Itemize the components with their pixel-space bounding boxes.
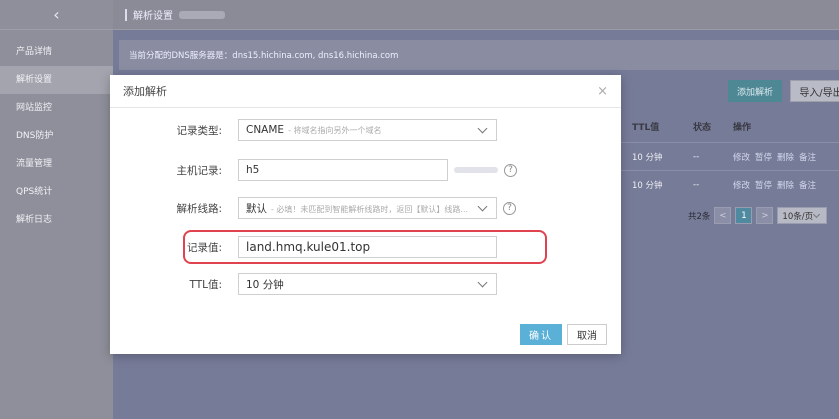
resolution-line-selected: 默认 - 必填！未匹配到智能解析线路时，返回【默认】线路... bbox=[246, 201, 468, 216]
resolution-line-hint: - 必填！未匹配到智能解析线路时，返回【默认】线路... bbox=[271, 204, 469, 214]
page-header: 解析设置 bbox=[113, 0, 839, 30]
row-ops: 修改 暂停 删除 备注 bbox=[733, 151, 839, 163]
table-row: 10 分钟 -- 修改 暂停 删除 备注 bbox=[621, 142, 839, 170]
table-header: TTL值 状态 操作 bbox=[621, 112, 839, 140]
ttl-row: TTL值: 10 分钟 bbox=[110, 272, 621, 296]
ttl-select[interactable]: 10 分钟 bbox=[238, 273, 497, 295]
pause-link[interactable]: 暂停 bbox=[755, 151, 772, 163]
cancel-button[interactable]: 取消 bbox=[567, 324, 607, 345]
sidebar-item-product-details[interactable]: 产品详情 bbox=[0, 38, 113, 66]
row-ops: 修改 暂停 删除 备注 bbox=[733, 179, 839, 191]
help-icon[interactable]: ? bbox=[504, 163, 517, 177]
add-record-dialog: 添加解析 × 记录类型: CNAME - 将域名指向另外一个域名 主机记录: h5… bbox=[110, 75, 621, 354]
record-type-value: CNAME bbox=[246, 124, 285, 136]
page-title: 解析设置 bbox=[133, 11, 173, 22]
resolution-line-select[interactable]: 默认 - 必填！未匹配到智能解析线路时，返回【默认】线路... bbox=[238, 197, 497, 219]
sidebar: ‹ 产品详情 解析设置 网站监控 DNS防护 流量管理 QPS统计 解析日志 bbox=[0, 0, 113, 419]
pagination-total: 共2条 bbox=[688, 211, 711, 222]
host-record-input[interactable]: h5 bbox=[238, 159, 448, 181]
sidebar-list: 产品详情 解析设置 网站监控 DNS防护 流量管理 QPS统计 解析日志 bbox=[0, 38, 113, 234]
host-record-label: 主机记录: bbox=[176, 164, 222, 177]
pagination: 共2条 < 1 > 10条/页 bbox=[688, 207, 828, 224]
note-link[interactable]: 备注 bbox=[799, 179, 816, 191]
ttl-value: 10 分钟 bbox=[246, 278, 284, 291]
dns-server-notice: 当前分配的DNS服务器是：dns15.hichina.com, dns16.hi… bbox=[119, 40, 839, 70]
row-status: -- bbox=[693, 179, 700, 190]
page-size-value: 10条/页 bbox=[782, 211, 814, 222]
blurred-domain bbox=[179, 10, 225, 19]
dialog-header: 添加解析 × bbox=[110, 75, 621, 108]
resolution-line-row: 解析线路: 默认 - 必填！未匹配到智能解析线路时，返回【默认】线路... ? bbox=[110, 196, 621, 220]
sidebar-item-dns-protection[interactable]: DNS防护 bbox=[0, 122, 113, 150]
back-button[interactable]: ‹ bbox=[0, 0, 113, 30]
chevron-down-icon bbox=[477, 277, 488, 287]
delete-link[interactable]: 删除 bbox=[777, 151, 794, 163]
record-type-select[interactable]: CNAME - 将域名指向另外一个域名 bbox=[238, 119, 497, 141]
sidebar-item-traffic-management[interactable]: 流量管理 bbox=[0, 150, 113, 178]
column-status: 状态 bbox=[693, 122, 712, 133]
row-ttl: 10 分钟 bbox=[632, 180, 663, 191]
table-row: 10 分钟 -- 修改 暂停 删除 备注 bbox=[621, 170, 839, 198]
sidebar-item-qps-stats[interactable]: QPS统计 bbox=[0, 178, 113, 206]
current-page[interactable]: 1 bbox=[735, 207, 753, 224]
confirm-button[interactable]: 确认 bbox=[520, 324, 562, 345]
chevron-down-icon bbox=[477, 123, 488, 133]
prev-page-button[interactable]: < bbox=[714, 207, 732, 224]
edit-link[interactable]: 修改 bbox=[733, 151, 750, 163]
help-icon[interactable]: ? bbox=[503, 201, 516, 215]
sidebar-item-dns-settings[interactable]: 解析设置 bbox=[0, 66, 113, 94]
close-icon[interactable]: × bbox=[597, 84, 608, 99]
host-record-value: h5 bbox=[246, 164, 260, 176]
sidebar-item-dns-logs[interactable]: 解析日志 bbox=[0, 206, 113, 234]
edit-link[interactable]: 修改 bbox=[733, 179, 750, 191]
page-size-select[interactable]: 10条/页 bbox=[777, 207, 828, 224]
resolution-line-value: 默认 bbox=[246, 202, 267, 215]
record-type-selected: CNAME - 将域名指向另外一个域名 bbox=[246, 124, 382, 136]
title-accent-bar bbox=[125, 8, 127, 21]
pause-link[interactable]: 暂停 bbox=[755, 179, 772, 191]
note-link[interactable]: 备注 bbox=[799, 151, 816, 163]
chevron-down-icon bbox=[477, 201, 488, 211]
add-record-button[interactable]: 添加解析 bbox=[728, 80, 782, 102]
record-type-label: 记录类型: bbox=[176, 124, 222, 137]
import-export-button[interactable]: 导入/导出 bbox=[790, 80, 839, 102]
record-type-hint: - 将域名指向另外一个域名 bbox=[288, 126, 382, 135]
next-page-button[interactable]: > bbox=[756, 207, 774, 224]
dialog-title: 添加解析 bbox=[123, 85, 167, 98]
ttl-label: TTL值: bbox=[189, 278, 222, 291]
record-value-highlight bbox=[183, 230, 547, 264]
record-type-row: 记录类型: CNAME - 将域名指向另外一个域名 bbox=[110, 118, 621, 142]
row-status: -- bbox=[693, 151, 700, 162]
chevron-down-icon bbox=[813, 210, 821, 218]
chevron-left-icon: ‹ bbox=[53, 5, 60, 24]
sidebar-item-site-monitoring[interactable]: 网站监控 bbox=[0, 94, 113, 122]
row-ttl: 10 分钟 bbox=[632, 152, 663, 163]
column-ops: 操作 bbox=[733, 122, 752, 133]
delete-link[interactable]: 删除 bbox=[777, 179, 794, 191]
resolution-line-label: 解析线路: bbox=[176, 202, 222, 215]
host-record-row: 主机记录: h5 ? bbox=[110, 158, 621, 182]
blurred-domain-suffix bbox=[454, 167, 498, 173]
column-ttl: TTL值 bbox=[632, 122, 660, 133]
